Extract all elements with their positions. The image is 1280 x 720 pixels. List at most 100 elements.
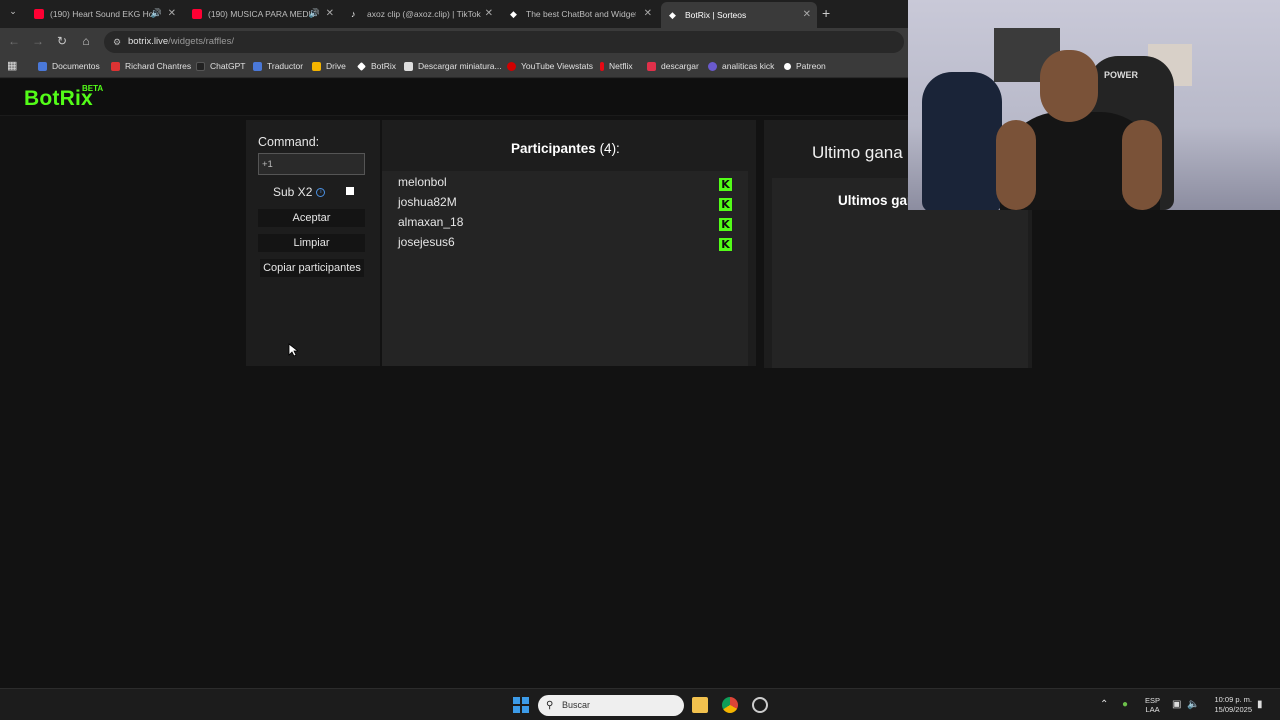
participants-list: melonbol K joshua82M K almaxan_18 K jose… [382,171,748,366]
notification-icon[interactable]: ▮ [1257,699,1263,710]
command-input[interactable] [258,153,365,175]
list-item: josejesus6 K [398,235,732,255]
drive-icon [312,61,321,71]
bookmark-label: Drive [326,61,346,71]
site-info-icon[interactable]: ⚙ [113,31,121,53]
tab-musica[interactable]: (190) MUSICA PARA MEDIT 🔊 ✕ [184,4,340,24]
info-icon[interactable]: i [316,187,326,197]
speaker-icon[interactable]: 🔊 [309,8,320,19]
apps-icon[interactable]: ▦ [7,59,17,72]
keyboard-layout: LAA [1145,705,1160,714]
address-host: botrix.live [128,36,169,47]
command-label: Command: [258,135,320,149]
bookmark-documentos[interactable]: Documentos [38,61,100,71]
participant-name: joshua82M [398,195,457,209]
last-winner-title: Ultimo gana [812,143,903,162]
close-icon[interactable]: ✕ [803,9,811,20]
bookmark-chatgpt[interactable]: ChatGPT [196,61,245,71]
close-icon[interactable]: ✕ [168,8,176,19]
sub-x2-label: Sub X2 [273,185,313,199]
copy-participants-button[interactable]: Copiar participantes [260,259,364,277]
bookmark-drive[interactable]: Drive [312,61,346,71]
tab-title: BotRix | Sorteos [685,10,747,20]
bookmark-label: descargar [661,61,699,71]
bookmark-label: Patreon [796,61,826,71]
lang-code: ESP [1145,696,1161,705]
tiktok-icon: ♪ [351,9,356,19]
tab-tiktok[interactable]: ♪ axoz clip (@axoz.clip) | TikTok ✕ [343,4,499,24]
bookmark-label: Richard Chantres [125,61,192,71]
youtube-icon [34,9,44,19]
power-sign: POWER [1104,70,1139,80]
bookmark-analiticas[interactable]: analiticas kick [708,61,774,71]
botrix-icon: ◆ [669,10,676,20]
bookmark-botrix[interactable]: BotRix [357,61,396,71]
search-placeholder: Buscar [562,700,591,710]
close-icon[interactable]: ✕ [485,8,493,19]
clock-date: 15/09/2025 [1214,705,1252,714]
docs-icon [38,61,47,71]
language-indicator[interactable]: ESP LAA [1145,696,1160,714]
participant-name: josejesus6 [398,235,455,249]
webcam-overlay: POWER [908,0,1280,210]
clock-time: 10:09 p. m. [1214,695,1252,704]
person-arm [996,120,1036,210]
netflix-icon [600,61,604,71]
network-icon[interactable]: ▣ [1172,699,1181,710]
kick-icon: K [719,218,732,231]
tab-botrix-home[interactable]: ◆ The best ChatBot and Widgets ✕ [502,4,658,24]
clock[interactable]: 10:09 p. m. 15/09/2025 [1205,695,1252,715]
bookmark-label: Descargar miniatura... [418,61,502,71]
windows-start-icon[interactable] [513,697,529,713]
microphone-icon[interactable]: ● [1122,699,1128,710]
tab-heart-sound[interactable]: (190) Heart Sound EKG Ho 🔊 ✕ [26,4,182,24]
obs-icon[interactable] [752,697,768,713]
bookmark-traductor[interactable]: Traductor [253,61,303,71]
participants-count: (4): [599,141,620,156]
clear-button[interactable]: Limpiar [258,234,365,252]
new-tab-button[interactable]: + [822,5,830,21]
volume-icon[interactable]: 🔈 [1187,699,1199,710]
youtube-icon [192,9,202,19]
list-item: almaxan_18 K [398,215,732,235]
bookmark-patreon[interactable]: Patreon [784,61,826,71]
kick-icon: K [719,178,732,191]
home-icon[interactable]: ⌂ [78,34,94,48]
bookmark-label: YouTube Viewstats [521,61,593,71]
tab-title: axoz clip (@axoz.clip) | TikTok [367,9,481,19]
download-icon [647,61,656,71]
address-bar[interactable]: ⚙ botrix.live/widgets/raffles/ [104,31,904,53]
analytics-icon [708,61,717,71]
chatgpt-icon [196,61,205,71]
tab-search-icon[interactable]: ⌄ [6,6,20,20]
bookmark-label: ChatGPT [210,61,246,71]
person-head [1040,50,1098,122]
speaker-icon[interactable]: 🔊 [151,8,162,19]
bookmark-descargar[interactable]: descargar [647,61,699,71]
accept-button[interactable]: Aceptar [258,209,365,227]
bookmark-label: Netflix [609,61,633,71]
person-arm [1122,120,1162,210]
close-icon[interactable]: ✕ [644,8,652,19]
back-icon[interactable]: ← [6,34,22,48]
file-explorer-icon[interactable] [692,697,708,713]
address-path: /widgets/raffles/ [168,36,234,47]
forward-icon[interactable]: → [30,34,46,48]
taskbar-search[interactable]: ⚲ Buscar [538,695,684,716]
kick-icon: K [719,198,732,211]
reload-icon[interactable]: ↻ [54,34,70,48]
bookmark-miniatura[interactable]: Descargar miniatura... [404,61,502,71]
kick-icon: K [719,238,732,251]
tab-botrix-sorteos[interactable]: ◆ BotRix | Sorteos ✕ [661,2,817,28]
close-icon[interactable]: ✕ [326,8,334,19]
chrome-icon[interactable] [722,697,738,713]
bookmark-netflix[interactable]: Netflix [600,61,633,71]
bookmark-richard[interactable]: Richard Chantres [111,61,191,71]
patreon-icon [784,62,791,70]
sub-x2-checkbox[interactable] [346,187,354,195]
bookmark-label: analiticas kick [722,61,775,71]
chevron-up-icon[interactable]: ⌃ [1100,699,1108,710]
bookmark-viewstats[interactable]: YouTube Viewstats [507,61,593,71]
viewstats-icon [507,61,516,71]
last-winners-title: Ultimos gan [838,193,916,208]
